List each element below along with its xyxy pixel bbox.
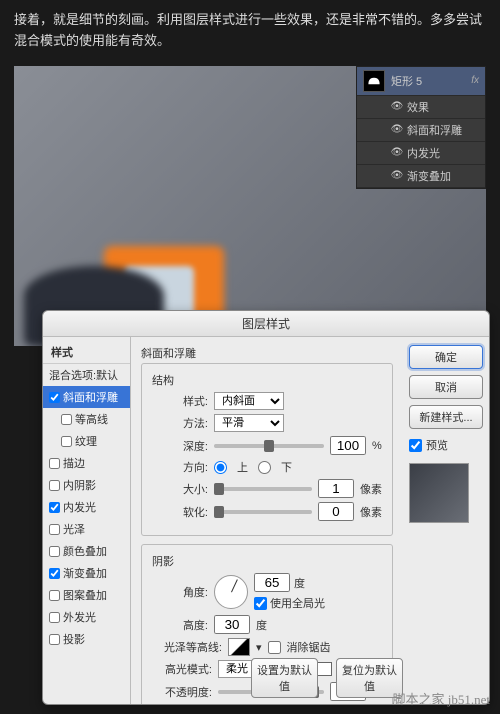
layer-thumbnail [363, 70, 385, 92]
layer-name: 矩形 5 [391, 73, 422, 89]
dir-up-radio[interactable] [214, 461, 227, 474]
gloss-contour-picker[interactable] [228, 638, 250, 656]
style-select[interactable]: 内斜面 [214, 392, 284, 410]
antialias-cb[interactable] [268, 641, 281, 654]
depth-slider[interactable] [214, 444, 324, 448]
soften-input[interactable] [318, 502, 354, 521]
preview-thumbnail [409, 463, 469, 523]
cb-satin[interactable] [49, 524, 60, 535]
cb-bevel[interactable] [49, 392, 60, 403]
cb-inner-shadow[interactable] [49, 480, 60, 491]
soften-slider[interactable] [214, 510, 312, 514]
global-light-cb[interactable] [254, 597, 267, 610]
size-slider[interactable] [214, 487, 312, 491]
depth-input[interactable] [330, 436, 366, 455]
fx-badge[interactable]: fx [471, 75, 479, 86]
main-panel: 斜面和浮雕 结构 样式:内斜面 方法:平滑 深度:% 方向:上下 大小:像素 软… [131, 337, 403, 704]
style-color-overlay[interactable]: 颜色叠加 [43, 540, 130, 562]
cb-outer-glow[interactable] [49, 612, 60, 623]
visibility-icon[interactable]: 👁 [391, 170, 403, 182]
effect-inner-glow[interactable]: 👁内发光 [357, 142, 485, 165]
style-gradient-overlay[interactable]: 渐变叠加 [43, 562, 130, 584]
visibility-icon[interactable]: 👁 [391, 124, 403, 136]
cb-stroke[interactable] [49, 458, 60, 469]
dropdown-icon[interactable]: ▾ [256, 641, 262, 654]
style-inner-shadow[interactable]: 内阴影 [43, 474, 130, 496]
new-style-button[interactable]: 新建样式... [409, 405, 483, 429]
dir-down-radio[interactable] [258, 461, 271, 474]
visibility-icon[interactable]: 👁 [391, 101, 403, 113]
visibility-icon[interactable]: 👁 [391, 147, 403, 159]
style-satin[interactable]: 光泽 [43, 518, 130, 540]
section-title: 斜面和浮雕 [141, 345, 393, 361]
effects-toggle[interactable]: 👁效果 [357, 96, 485, 119]
cb-drop-shadow[interactable] [49, 634, 60, 645]
style-contour[interactable]: 等高线 [43, 408, 130, 430]
style-list: 样式 混合选项:默认 斜面和浮雕 等高线 纹理 描边 内阴影 内发光 光泽 颜色… [43, 337, 131, 704]
layer-style-dialog: 图层样式 样式 混合选项:默认 斜面和浮雕 等高线 纹理 描边 内阴影 内发光 … [42, 310, 490, 705]
cb-color-overlay[interactable] [49, 546, 60, 557]
article-text: 接着，就是细节的刻画。利用图层样式进行一些效果，还是非常不错的。多多尝试混合模式… [0, 0, 500, 62]
blend-options[interactable]: 混合选项:默认 [43, 364, 130, 386]
layer-row-selected[interactable]: 矩形 5 fx [357, 67, 485, 96]
cb-gradient-overlay[interactable] [49, 568, 60, 579]
layers-panel[interactable]: 矩形 5 fx 👁效果 👁斜面和浮雕 👁内发光 👁渐变叠加 [356, 66, 486, 189]
dialog-title: 图层样式 [43, 311, 489, 337]
watermark: 脚本之家 jb51.net [393, 689, 491, 708]
style-stroke[interactable]: 描边 [43, 452, 130, 474]
cb-pattern-overlay[interactable] [49, 590, 60, 601]
style-list-header[interactable]: 样式 [43, 341, 130, 364]
cb-texture[interactable] [61, 436, 72, 447]
style-pattern-overlay[interactable]: 图案叠加 [43, 584, 130, 606]
angle-dial[interactable] [214, 575, 248, 609]
make-default-button[interactable]: 设置为默认值 [251, 658, 318, 698]
effect-bevel[interactable]: 👁斜面和浮雕 [357, 119, 485, 142]
preview-cb[interactable] [409, 439, 422, 452]
style-bevel[interactable]: 斜面和浮雕 [43, 386, 130, 408]
size-input[interactable] [318, 479, 354, 498]
effect-gradient-overlay[interactable]: 👁渐变叠加 [357, 165, 485, 188]
canvas-preview: 矩形 5 fx 👁效果 👁斜面和浮雕 👁内发光 👁渐变叠加 [14, 66, 486, 346]
angle-input[interactable] [254, 573, 290, 592]
style-texture[interactable]: 纹理 [43, 430, 130, 452]
style-outer-glow[interactable]: 外发光 [43, 606, 130, 628]
cb-contour[interactable] [61, 414, 72, 425]
style-inner-glow[interactable]: 内发光 [43, 496, 130, 518]
altitude-input[interactable] [214, 615, 250, 634]
ok-button[interactable]: 确定 [409, 345, 483, 369]
cancel-button[interactable]: 取消 [409, 375, 483, 399]
style-drop-shadow[interactable]: 投影 [43, 628, 130, 650]
method-select[interactable]: 平滑 [214, 414, 284, 432]
right-column: 确定 取消 新建样式... 预览 [403, 337, 489, 704]
cb-inner-glow[interactable] [49, 502, 60, 513]
structure-group: 结构 样式:内斜面 方法:平滑 深度:% 方向:上下 大小:像素 软化:像素 [141, 363, 393, 536]
